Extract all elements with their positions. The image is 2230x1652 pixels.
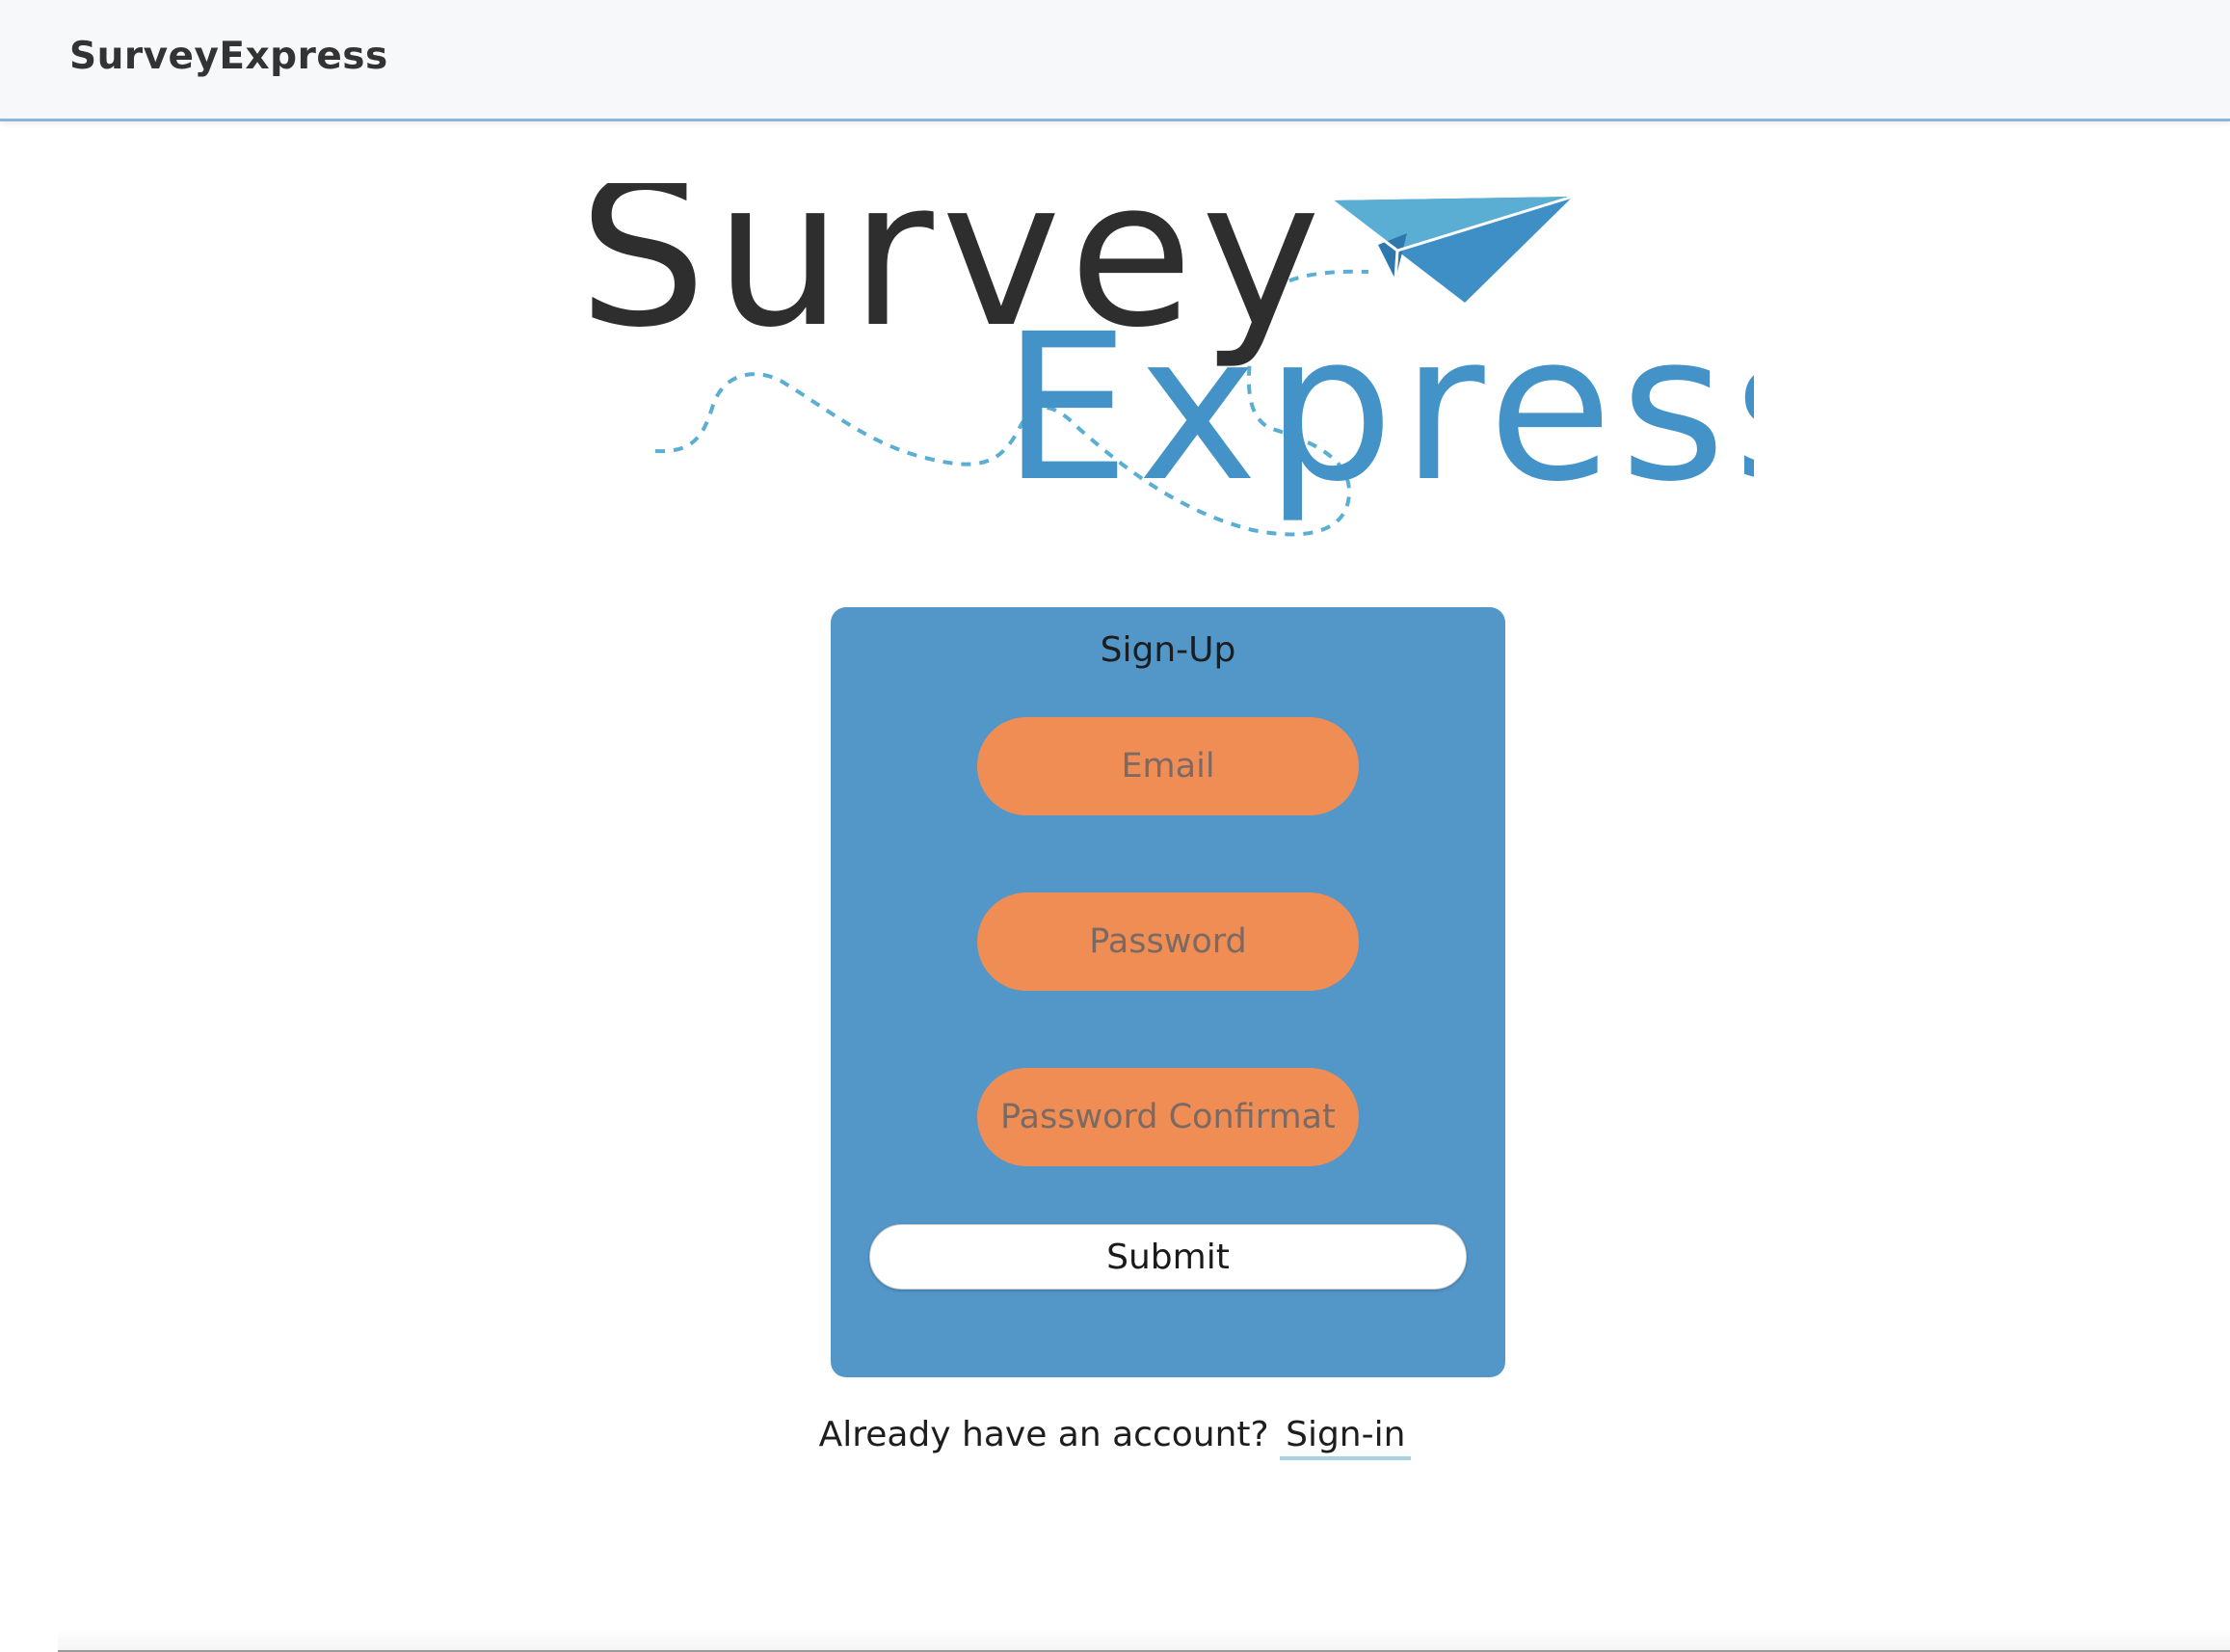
paper-plane-icon <box>1331 195 1574 303</box>
navbar: SurveyExpress <box>0 0 2230 121</box>
signin-prompt: Already have an account? Sign-in <box>0 1415 2230 1460</box>
logo-word-express: Express <box>1002 290 1754 526</box>
window-bottom-edge <box>58 1629 2230 1652</box>
signup-card: Sign-Up Submit <box>831 607 1505 1377</box>
email-field[interactable] <box>977 717 1359 815</box>
signin-prompt-text: Already have an account? <box>818 1415 1269 1454</box>
navbar-brand[interactable]: SurveyExpress <box>69 35 388 78</box>
submit-button[interactable]: Submit <box>869 1224 1467 1290</box>
signin-link[interactable]: Sign-in <box>1280 1415 1412 1460</box>
surveyexpress-logo: Survey Express <box>578 183 1754 537</box>
password-field[interactable] <box>977 893 1359 991</box>
signup-title: Sign-Up <box>1100 630 1236 670</box>
password-confirmation-field[interactable] <box>977 1068 1359 1166</box>
